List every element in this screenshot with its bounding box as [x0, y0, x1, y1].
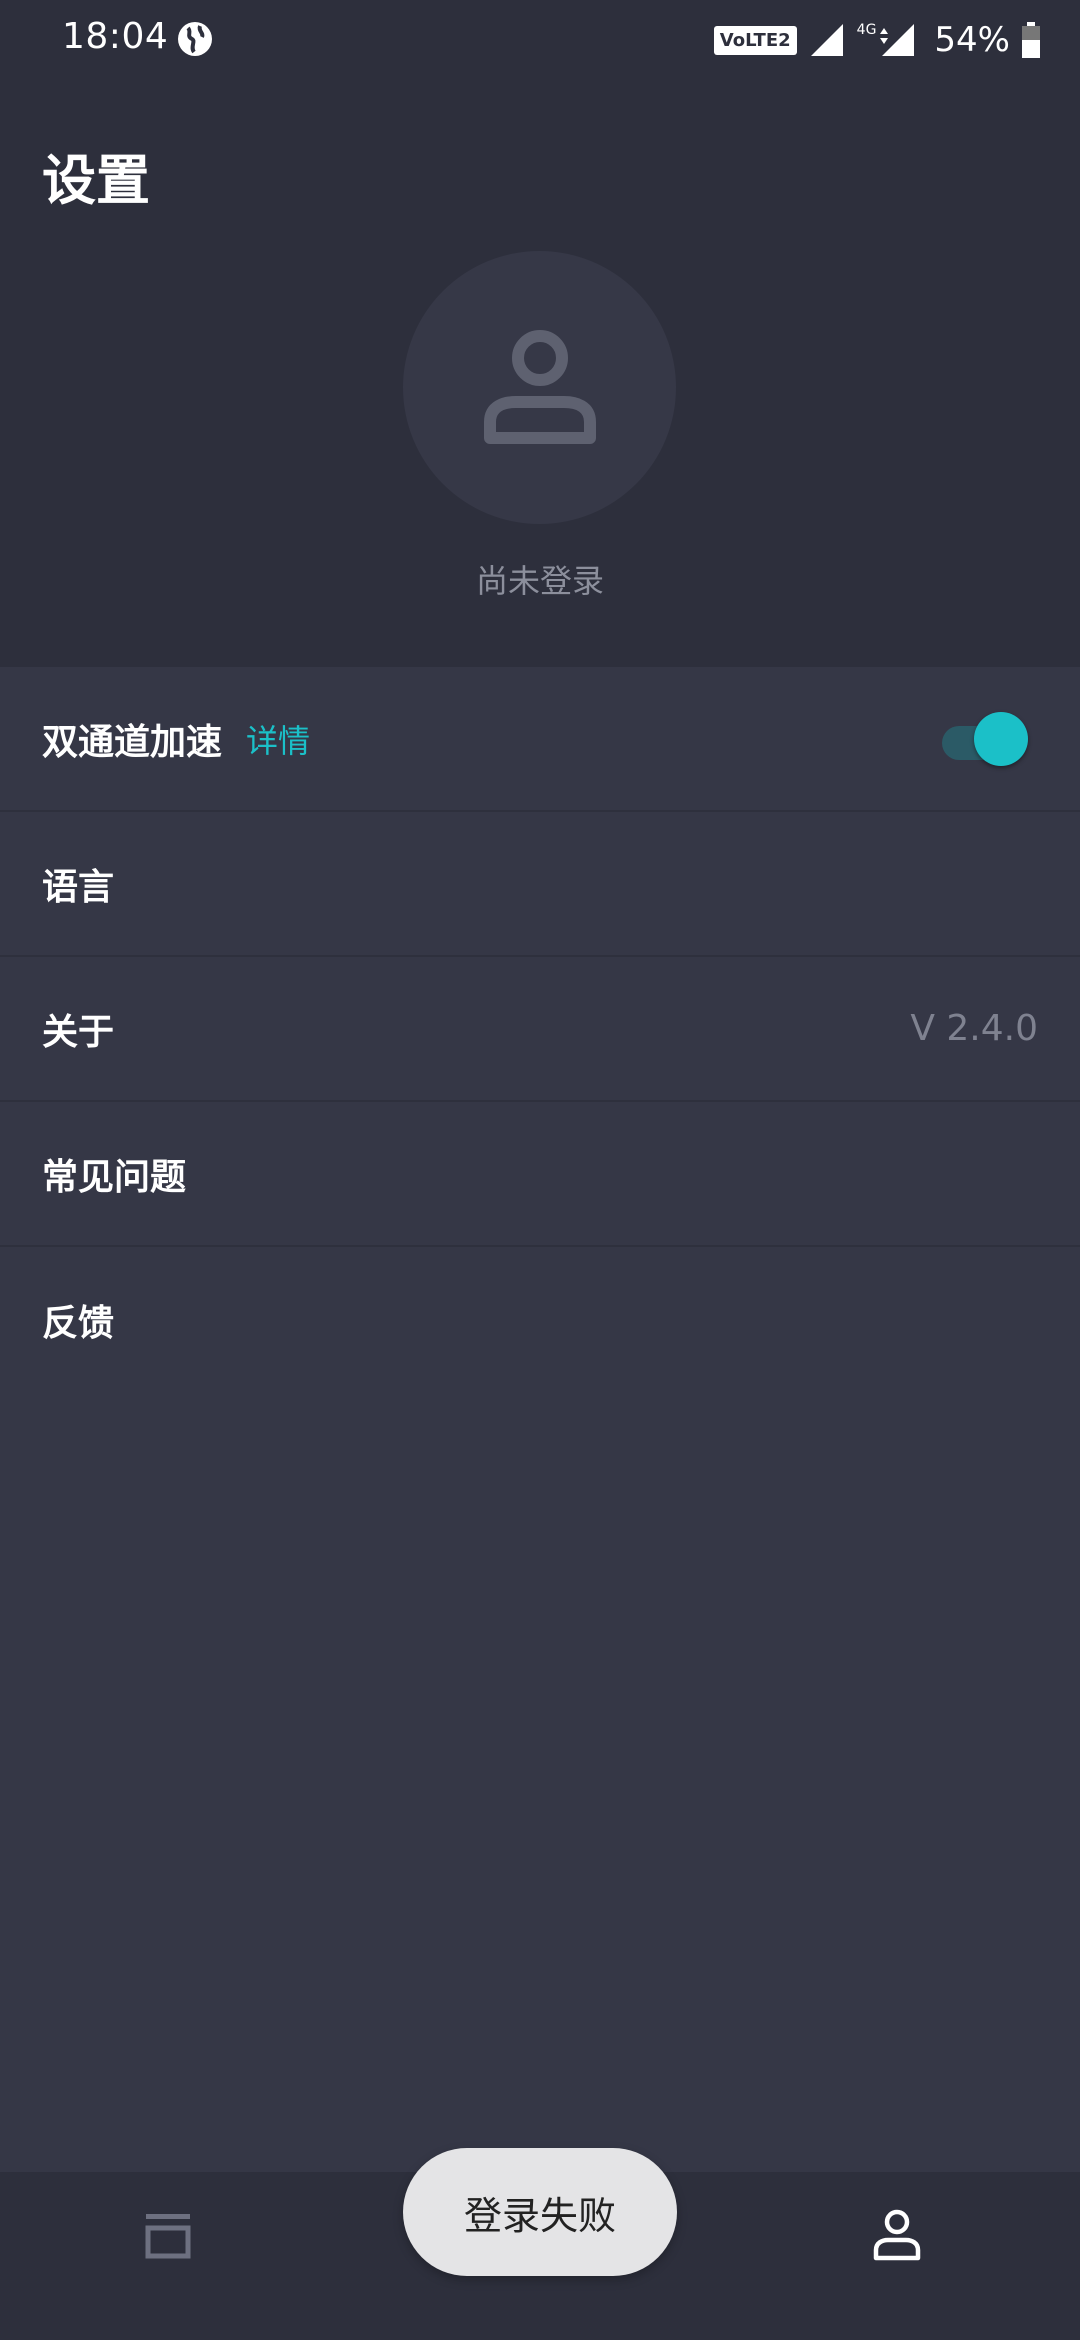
network-type: 4G	[856, 22, 877, 38]
status-time: 18:04	[62, 16, 169, 57]
settings-row-faq[interactable]: 常见问题	[0, 1102, 1080, 1247]
signal-4g-icon	[880, 24, 915, 56]
settings-row-language[interactable]: 语言	[0, 812, 1080, 957]
status-right: VoLTE2 4G 54%	[713, 18, 1040, 62]
details-link[interactable]: 详情	[246, 716, 310, 762]
faq-label: 常见问题	[42, 1156, 187, 1198]
version-value: V 2.4.0	[910, 1008, 1038, 1049]
battery-icon	[1022, 22, 1040, 58]
volte-badge: VoLTE2	[713, 25, 797, 55]
status-bar: 18:04 VoLTE2 4G 54%	[0, 0, 1080, 80]
toggle-thumb	[974, 712, 1028, 766]
page-title: 设置	[42, 149, 150, 212]
settings-screen: 18:04 VoLTE2 4G 54% 设置 尚未登录 双通道加速 详情 语言 …	[0, 0, 1080, 2340]
cards-icon	[145, 2214, 191, 2259]
dual-channel-toggle[interactable]	[942, 712, 1028, 766]
settings-header: 18:04 VoLTE2 4G 54% 设置 尚未登录	[0, 0, 1080, 667]
signal-icon	[810, 24, 843, 56]
avatar[interactable]	[403, 251, 676, 524]
nav-item-profile[interactable]	[720, 2172, 1080, 2340]
globe-status-icon	[178, 22, 212, 56]
nav-item-cards[interactable]	[0, 2172, 360, 2340]
language-label: 语言	[42, 866, 115, 908]
login-status[interactable]: 尚未登录	[0, 556, 1080, 602]
settings-row-dual-channel[interactable]: 双通道加速 详情	[0, 667, 1080, 812]
settings-row-about[interactable]: 关于 V 2.4.0	[0, 957, 1080, 1102]
settings-row-feedback[interactable]: 反馈	[0, 1247, 1080, 1392]
battery-percent: 54%	[934, 20, 1010, 60]
about-label: 关于	[42, 1011, 115, 1053]
user-icon	[873, 2209, 921, 2261]
toast-message: 登录失败	[403, 2148, 677, 2276]
settings-list: 双通道加速 详情 语言 关于 V 2.4.0 常见问题 反馈	[0, 667, 1080, 1392]
dual-channel-label: 双通道加速	[42, 721, 223, 763]
feedback-label: 反馈	[42, 1302, 115, 1344]
user-avatar-icon	[484, 330, 596, 444]
